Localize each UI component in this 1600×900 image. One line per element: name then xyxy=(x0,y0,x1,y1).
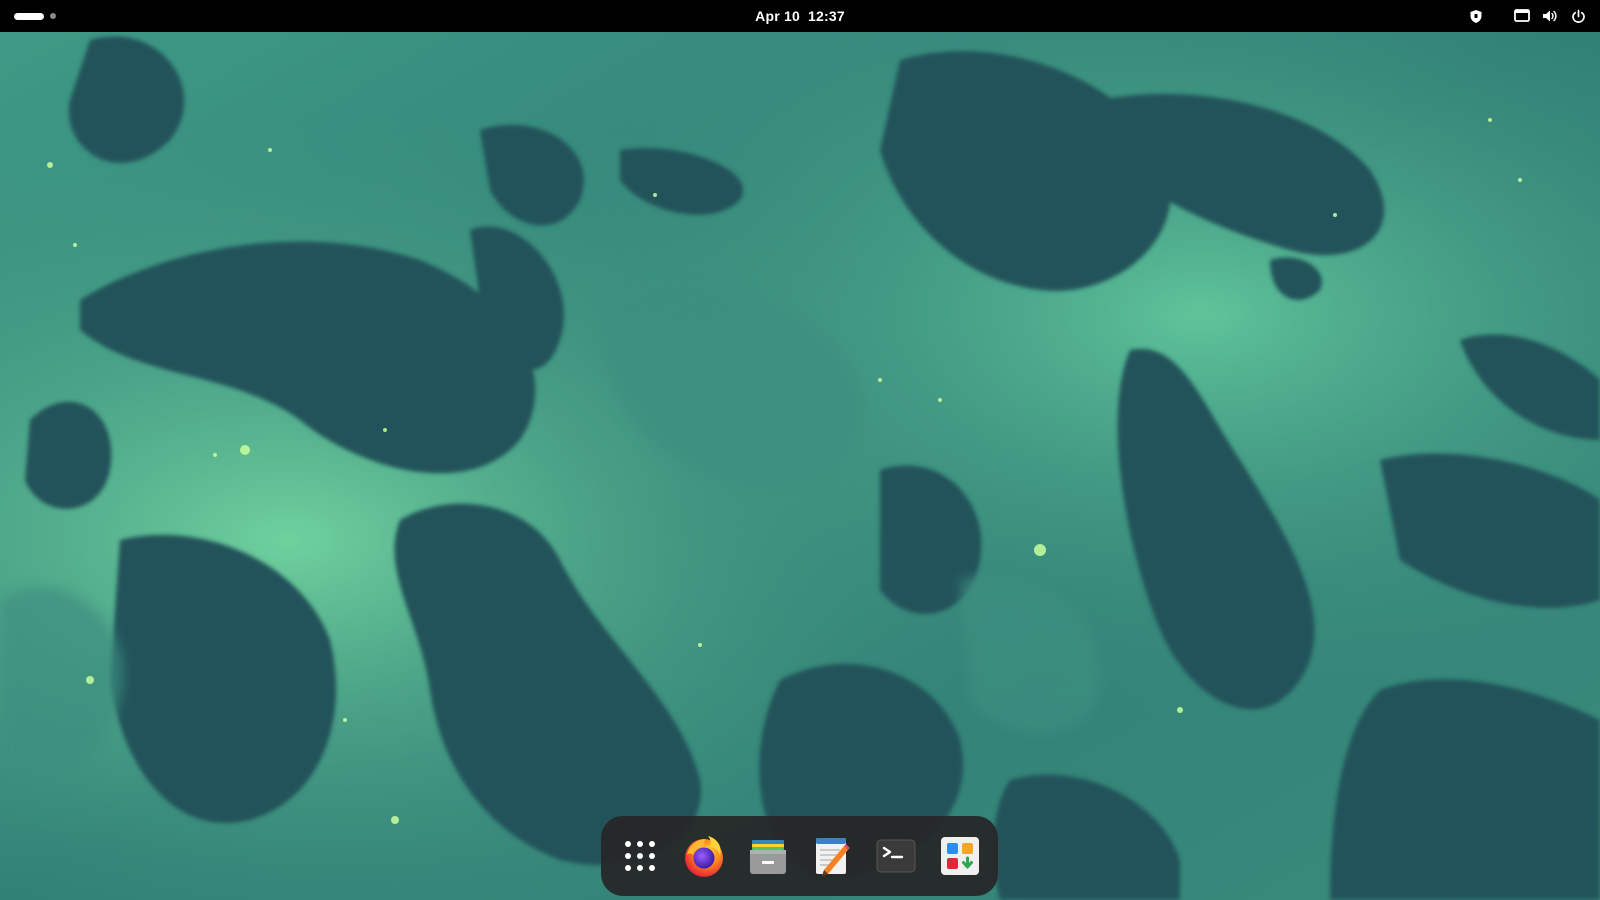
top-bar: Apr 10 12:37 xyxy=(0,0,1600,32)
dock xyxy=(601,816,998,896)
files-icon xyxy=(749,840,786,874)
system-tray[interactable] xyxy=(1468,0,1586,32)
desktop-wallpaper xyxy=(0,0,1600,900)
workspace-indicator[interactable] xyxy=(14,9,56,23)
desktop[interactable]: Apr 10 12:37 xyxy=(0,0,1600,900)
show-apps-button[interactable] xyxy=(615,831,665,881)
terminal-icon xyxy=(876,839,915,873)
text-editor-icon xyxy=(815,838,850,876)
clock-date: Apr 10 xyxy=(755,8,800,24)
workspace-2-indicator[interactable] xyxy=(50,13,56,19)
terminal-launcher[interactable] xyxy=(871,831,921,881)
clock[interactable]: Apr 10 12:37 xyxy=(700,0,900,32)
app-grid-icon xyxy=(624,841,655,871)
power-icon[interactable] xyxy=(1570,8,1586,24)
text-editor-launcher[interactable] xyxy=(807,831,857,881)
software-launcher[interactable] xyxy=(935,831,985,881)
shield-icon[interactable] xyxy=(1468,8,1484,24)
volume-icon[interactable] xyxy=(1542,8,1558,24)
clock-time: 12:37 xyxy=(808,8,845,24)
screen-share-icon[interactable] xyxy=(1514,8,1530,24)
files-launcher[interactable] xyxy=(743,831,793,881)
firefox-icon xyxy=(684,836,723,877)
workspace-1-indicator[interactable] xyxy=(14,12,44,20)
firefox-launcher[interactable] xyxy=(679,831,729,881)
software-store-icon xyxy=(940,837,979,875)
